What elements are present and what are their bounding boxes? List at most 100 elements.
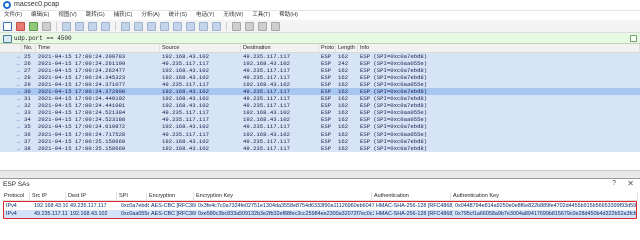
capture-options-icon[interactable] <box>42 21 51 31</box>
apply-filter-icon[interactable] <box>630 35 637 42</box>
packet-time: 2021-04-15 17:00:24.440192 <box>38 95 126 103</box>
packet-row[interactable]: ← 36 2021-04-15 17:00:24.717528 49.235.117.… <box>0 130 640 138</box>
packet-row[interactable]: → 32 2021-04-15 17:00:24.441081 192.168.43.… <box>0 102 640 110</box>
menu-go[interactable]: 跳转(G) <box>86 11 105 20</box>
packet-row[interactable]: → 35 2021-04-15 17:00:24.610872 192.168.43.… <box>0 123 640 131</box>
packet-row[interactable]: ← 34 2021-04-15 17:00:24.523188 49.235.117.… <box>0 116 640 124</box>
sa-column-dest-ip[interactable]: Dest IP <box>66 192 117 200</box>
menu-help[interactable]: 帮助(H) <box>279 11 298 20</box>
packet-info: ESP (SPI=0xc0a7ebd8) <box>360 88 428 96</box>
menu-telephony[interactable]: 电话(Y) <box>196 11 214 20</box>
sa-cell-encryption-key[interactable]: 0x3fe4c7c0a7324fe02751e1304da3558e8754d6… <box>196 202 374 210</box>
sa-column-src-ip[interactable]: Src IP <box>30 192 66 200</box>
close-file-icon[interactable] <box>88 21 97 31</box>
sa-cell-spi[interactable]: 0xc0aa055e <box>119 210 149 218</box>
sa-cell-authentication-key[interactable]: 0x795cf1a66058a9b7e3004a89417699b815679c… <box>453 210 636 218</box>
resize-columns-icon[interactable] <box>271 21 280 31</box>
packet-destination: 49.235.117.117 <box>243 53 290 60</box>
menu-edit[interactable]: 编辑(E) <box>31 11 49 20</box>
packet-row[interactable]: → 38 2021-04-15 17:00:25.158669 192.168.43.… <box>0 144 640 152</box>
menu-statistics[interactable]: 统计(S) <box>169 11 187 20</box>
packet-row[interactable]: → 28 2021-04-15 17:00:24.345323 192.168.43.… <box>0 74 640 82</box>
stop-capture-icon[interactable] <box>16 21 25 31</box>
sa-cell-encryption[interactable]: AES-CBC [RFC3602] <box>149 202 196 210</box>
esp-sa-row[interactable]: IPv4 192.168.43.102 49.235.117.117 0xc0a… <box>4 202 636 210</box>
reload-icon[interactable] <box>101 21 110 31</box>
last-packet-icon[interactable] <box>186 21 195 31</box>
wireshark-window: macsec0.pcap 文件(F) 编辑(E) 视图(V) 跳转(G) 捕获(… <box>0 0 640 240</box>
menu-wireless[interactable]: 无线(W) <box>223 11 243 20</box>
sa-cell-encryption[interactable]: AES-CBC [RFC3602] <box>149 210 196 218</box>
column-header-length[interactable]: Length <box>336 44 358 52</box>
packet-row[interactable]: → 31 2021-04-15 17:00:24.440192 192.168.43.… <box>0 95 640 103</box>
sa-column-encryption-key[interactable]: Encryption Key <box>194 192 372 200</box>
packet-row[interactable]: → 25 2021-04-15 17:00:24.209783 192.168.43.… <box>0 53 640 61</box>
packet-row[interactable]: ← 26 2021-04-15 17:00:24.261199 49.235.117.… <box>0 60 640 68</box>
menu-analyze[interactable]: 分析(A) <box>141 11 159 20</box>
sa-cell-src-ip[interactable]: 49.235.117.117 <box>32 210 68 218</box>
packet-source: 192.168.43.102 <box>162 95 209 103</box>
shark-fin-start-icon[interactable] <box>3 21 12 31</box>
sa-cell-spi[interactable]: 0xc0a7ebd8 <box>119 202 149 210</box>
autoscroll-icon[interactable] <box>199 21 208 31</box>
go-back-icon[interactable] <box>134 21 143 31</box>
sa-cell-src-ip[interactable]: 192.168.43.102 <box>32 202 68 210</box>
open-file-icon[interactable] <box>62 21 71 31</box>
column-header-marker[interactable] <box>0 44 22 52</box>
packet-row[interactable]: → 37 2021-04-15 17:00:25.158669 192.168.43.… <box>0 137 640 145</box>
packet-length: 162 <box>338 102 349 110</box>
first-packet-icon[interactable] <box>173 21 182 31</box>
packet-info: ESP (SPI=0xc0a7ebd8) <box>360 102 428 110</box>
sa-column-encryption[interactable]: Encryption <box>147 192 194 200</box>
sa-cell-authentication-key[interactable]: 0x0448794e814a9250e0e8f6e822b889fe4702d4… <box>453 202 636 210</box>
esp-sa-row[interactable]: IPv4 49.235.117.117 192.168.43.102 0xc0a… <box>4 210 636 218</box>
normal-size-icon[interactable] <box>258 21 267 31</box>
sa-column-spi[interactable]: SPI <box>117 192 147 200</box>
packet-row[interactable]: ← 33 2021-04-15 17:00:24.521384 49.235.117.… <box>0 109 640 117</box>
sa-column-authentication[interactable]: Authentication <box>372 192 451 200</box>
save-file-icon[interactable] <box>75 21 84 31</box>
packet-row[interactable]: → 30 2021-04-15 17:00:24.372900 192.168.43.… <box>0 88 640 96</box>
incoming-arrow-icon: ← <box>16 60 20 68</box>
outgoing-arrow-icon: → <box>16 88 20 96</box>
zoom-in-icon[interactable] <box>232 21 241 31</box>
column-header-no[interactable]: No. <box>22 44 36 52</box>
column-header-time[interactable]: Time <box>36 44 160 52</box>
sa-cell-authentication[interactable]: HMAC-SHA-256-128 [RFC4868] <box>374 210 453 218</box>
packet-source: 192.168.43.102 <box>162 74 209 82</box>
menu-file[interactable]: 文件(F) <box>4 11 22 20</box>
colorize-icon[interactable] <box>212 21 221 31</box>
sa-column-protocol[interactable]: Protocol <box>2 192 30 200</box>
help-icon[interactable]: ? <box>612 180 616 187</box>
packet-row[interactable]: → 27 2021-04-15 17:00:24.262477 192.168.43.… <box>0 67 640 75</box>
display-filter-input[interactable]: udp.port == 4500 <box>14 35 72 42</box>
pane-splitter[interactable] <box>0 170 640 178</box>
close-icon[interactable]: ✕ <box>627 179 634 188</box>
bookmark-filter-icon[interactable] <box>2 34 12 43</box>
restart-capture-icon[interactable] <box>29 21 38 31</box>
column-header-destination[interactable]: Destination <box>241 44 319 52</box>
column-header-protocol[interactable]: Proto <box>319 44 336 52</box>
dialog-title: ESP SAs <box>3 181 30 188</box>
find-packet-icon[interactable] <box>121 21 130 31</box>
sa-cell-dest-ip[interactable]: 192.168.43.102 <box>68 210 119 218</box>
sa-cell-authentication[interactable]: HMAC-SHA-256-128 [RFC4868] <box>374 202 453 210</box>
menu-view[interactable]: 视图(V) <box>58 11 76 20</box>
sa-column-authentication-key[interactable]: Authentication Key <box>451 192 638 200</box>
go-to-packet-icon[interactable] <box>160 21 169 31</box>
packet-row[interactable]: ← 29 2021-04-15 17:00:24.371077 49.235.117.… <box>0 81 640 89</box>
sa-cell-protocol[interactable]: IPv4 <box>4 210 32 218</box>
zoom-out-icon[interactable] <box>245 21 254 31</box>
go-forward-icon[interactable] <box>147 21 156 31</box>
sa-cell-encryption-key[interactable]: 0xe580c3bc833a509132b3e2fb32ef88fec3cc25… <box>196 210 374 218</box>
column-header-info[interactable]: Info <box>358 44 640 52</box>
outgoing-arrow-icon: → <box>16 95 20 103</box>
packet-source: 192.168.43.102 <box>162 88 209 96</box>
column-header-source[interactable]: Source <box>160 44 241 52</box>
esp-sa-rows-highlight: IPv4 192.168.43.102 49.235.117.117 0xc0a… <box>3 201 637 219</box>
sa-cell-dest-ip[interactable]: 49.235.117.117 <box>68 202 119 210</box>
sa-cell-protocol[interactable]: IPv4 <box>4 202 32 210</box>
display-filter-bar[interactable]: udp.port == 4500 <box>0 33 640 44</box>
menu-capture[interactable]: 捕获(C) <box>114 11 133 20</box>
menu-tools[interactable]: 工具(T) <box>252 11 270 20</box>
